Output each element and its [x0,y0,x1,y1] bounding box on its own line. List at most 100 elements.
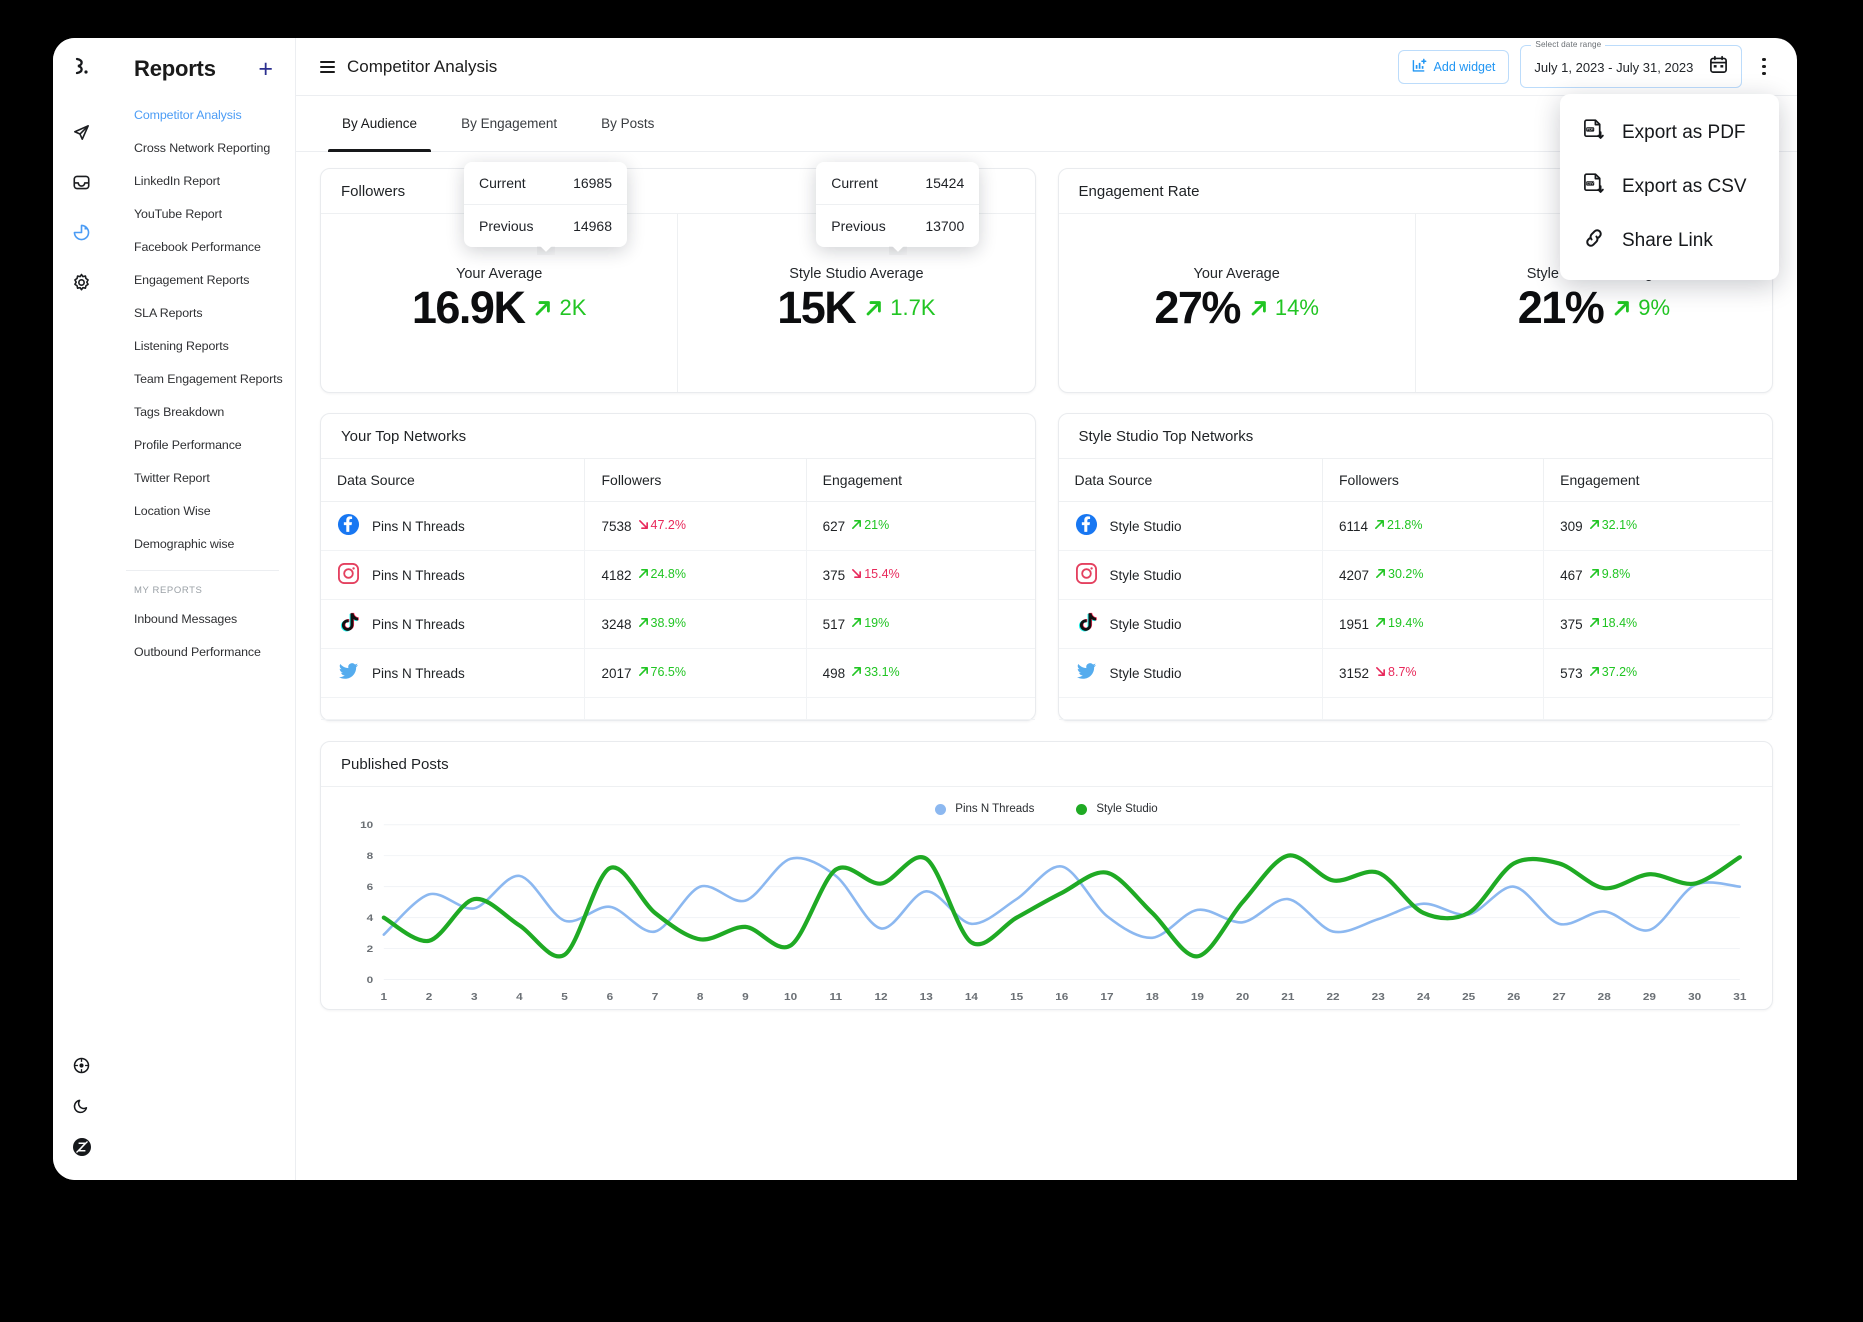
tab-by-posts[interactable]: By Posts [579,96,676,152]
table-row[interactable]: Style Studio31528.7%57337.2% [1059,649,1773,698]
followers-card-body: Current 16985 Previous 14968 Your Averag… [321,214,1035,392]
sidebar-item-cross-network-reporting[interactable]: Cross Network Reporting [110,131,295,164]
sidebar-item-twitter-report[interactable]: Twitter Report [110,461,295,494]
send-icon[interactable] [72,123,91,147]
tab-by-audience[interactable]: By Audience [320,96,439,152]
column-followers[interactable]: Followers [585,459,806,502]
column-engagement[interactable]: Engagement [1544,459,1772,502]
cell-engagement: 37515.4% [806,551,1034,600]
your-networks-table: Data Source Followers Engagement Pins N … [321,459,1035,720]
dark-mode-icon[interactable] [73,1097,90,1119]
trend-down-icon [1374,665,1387,678]
table-row[interactable]: Style Studio195119.4%37518.4% [1059,600,1773,649]
sidebar-item-linkedin-report[interactable]: LinkedIn Report [110,164,295,197]
engagement-change: 19% [850,616,889,630]
followers-your-tooltip: Current 16985 Previous 14968 [464,162,627,247]
metric-value-row: 27% 14% [1154,284,1319,331]
metric-value-row: 15K 1.7K [777,284,935,331]
table-row[interactable]: Style Studio611421.8%30932.1% [1059,502,1773,551]
legend-item-pins-n-threads[interactable]: Pins N Threads [935,803,1034,815]
sidebar-item-sla-reports[interactable]: SLA Reports [110,296,295,329]
settings-icon[interactable] [72,273,91,297]
add-report-button[interactable]: + [258,59,273,79]
sidebar-item-demographic-wise[interactable]: Demographic wise [110,527,295,560]
add-widget-button[interactable]: Add widget [1398,50,1510,84]
table-row[interactable]: Pins N Threads324838.9%51719% [321,600,1035,649]
table-header-row: Data Source Followers Engagement [321,459,1035,502]
cell-engagement: 57337.2% [1544,649,1772,698]
svg-text:11: 11 [830,992,842,1003]
trend-up-icon [637,567,650,580]
sidebar-item-tags-breakdown[interactable]: Tags Breakdown [110,395,295,428]
menu-item-share-link[interactable]: Share Link [1560,214,1779,268]
sidebar-item-profile-performance[interactable]: Profile Performance [110,428,295,461]
followers-value: 4182 [601,568,631,583]
column-engagement[interactable]: Engagement [806,459,1034,502]
engagement-your-average[interactable]: Your Average 27% 14% [1059,214,1416,392]
menu-item-export-pdf[interactable]: PDF Export as PDF [1560,106,1779,160]
sidebar-item-outbound-performance[interactable]: Outbound Performance [110,635,295,668]
tiktok-icon [1075,611,1098,634]
followers-value: 3248 [601,617,631,632]
tiktok-icon [337,611,360,634]
more-vertical-icon[interactable] [1753,52,1775,82]
followers-competitor-average[interactable]: Current 15424 Previous 13700 Style Studi… [678,214,1034,392]
sidebar-item-youtube-report[interactable]: YouTube Report [110,197,295,230]
svg-text:17: 17 [1100,992,1113,1003]
sidebar-item-competitor-analysis[interactable]: Competitor Analysis [110,98,295,131]
svg-text:25: 25 [1462,992,1475,1003]
followers-change: 19.4% [1374,616,1423,630]
tab-by-engagement[interactable]: By Engagement [439,96,579,152]
cell-engagement: 49833.1% [806,649,1034,698]
engagement-change: 33.1% [850,665,899,679]
page-title: Competitor Analysis [347,57,497,77]
trend-up-icon [850,616,863,629]
calendar-icon [1709,55,1728,79]
profile-icon[interactable] [72,1137,92,1162]
source-label: Style Studio [1110,666,1182,681]
svg-text:4: 4 [516,992,524,1003]
sidebar-item-inbound-messages[interactable]: Inbound Messages [110,602,295,635]
sidebar-item-facebook-performance[interactable]: Facebook Performance [110,230,295,263]
cell-engagement: 51719% [806,600,1034,649]
column-followers[interactable]: Followers [1322,459,1543,502]
hamburger-icon[interactable] [320,61,335,73]
metric-value: 16.9K [412,284,525,331]
logo-icon[interactable] [71,56,93,83]
cell-data-source: Pins N Threads [321,600,585,649]
metric-value-row: 21% 9% [1518,284,1670,331]
cell-followers: 201776.5% [585,649,806,698]
table-row[interactable]: Style Studio420730.2%4679.8% [1059,551,1773,600]
sidebar-item-engagement-reports[interactable]: Engagement Reports [110,263,295,296]
cell-data-source: Style Studio [1059,551,1323,600]
table-row[interactable]: Pins N Threads753847.2%62721% [321,502,1035,551]
help-icon[interactable] [73,1057,90,1079]
column-data-source[interactable]: Data Source [321,459,585,502]
source-label: Pins N Threads [372,666,465,681]
column-data-source[interactable]: Data Source [1059,459,1323,502]
tooltip-arrow [889,246,907,255]
inbox-icon[interactable] [72,173,91,197]
published-posts-chart: Pins N Threads Style Studio 0246810 1234… [321,787,1772,1009]
table-row[interactable]: Pins N Threads418224.8%37515.4% [321,551,1035,600]
svg-text:10: 10 [360,820,373,831]
analytics-icon[interactable] [72,223,91,247]
metrics-row: Followers Current 16985 Previous [320,168,1773,393]
tooltip-previous-value: 14968 [573,218,612,234]
trend-up-icon [1374,567,1387,580]
followers-your-average[interactable]: Current 16985 Previous 14968 Your Averag… [321,214,678,392]
date-range-picker[interactable]: Select date range July 1, 2023 - July 31… [1520,45,1742,88]
sidebar-item-location-wise[interactable]: Location Wise [110,494,295,527]
trend-up-icon [530,295,556,321]
cell-followers: 324838.9% [585,600,806,649]
sidebar-item-team-engagement-reports[interactable]: Team Engagement Reports [110,362,295,395]
svg-text:PDF: PDF [1587,128,1594,132]
sidebar-item-listening-reports[interactable]: Listening Reports [110,329,295,362]
table-row[interactable]: Pins N Threads 201776.5%49833.1% [321,649,1035,698]
legend-item-style-studio[interactable]: Style Studio [1076,803,1157,815]
followers-change: 21.8% [1373,518,1422,532]
menu-item-export-csv[interactable]: CSV Export as CSV [1560,160,1779,214]
competitor-networks-header: Style Studio Top Networks [1059,414,1773,459]
metric-value-row: 16.9K 2K [412,284,587,331]
engagement-change: 9.8% [1588,567,1631,581]
